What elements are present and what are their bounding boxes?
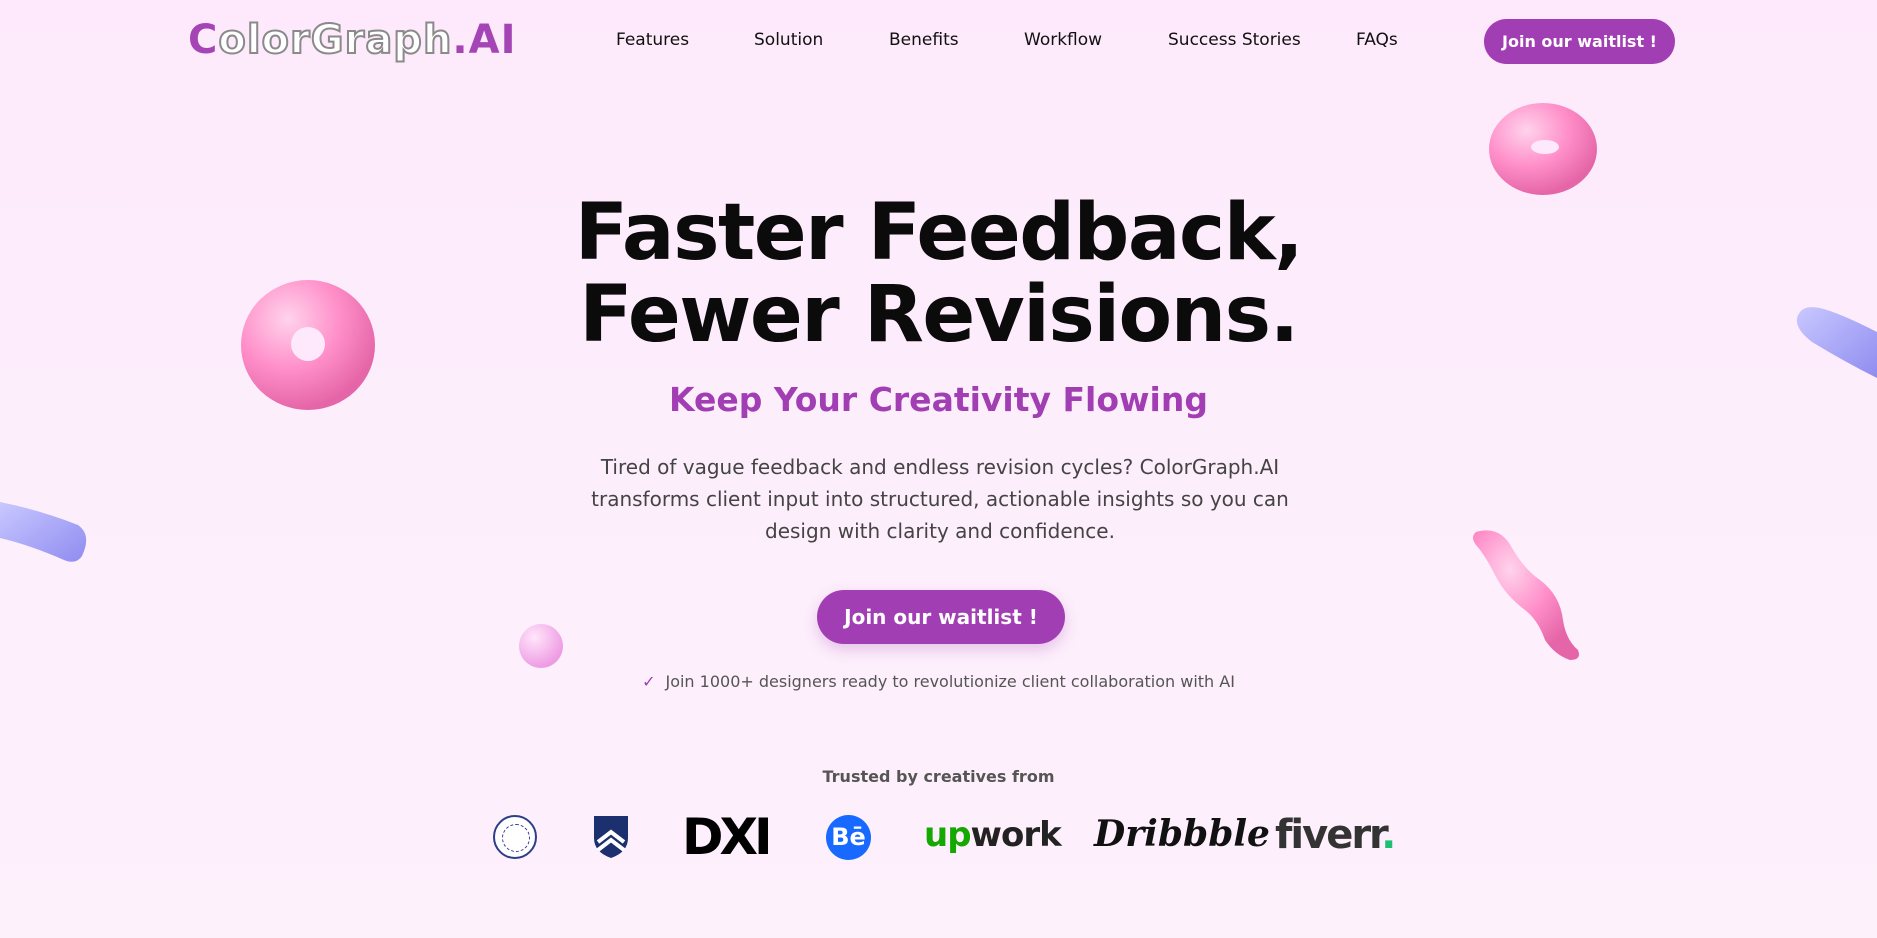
fiverr-word: fiverr — [1275, 812, 1383, 858]
pink-twist — [1473, 530, 1579, 660]
lavender-ring-left — [0, 502, 87, 562]
nav-link-solution[interactable]: Solution — [754, 28, 823, 52]
check-icon: ✓ — [642, 672, 656, 691]
nav-waitlist-button[interactable]: Join our waitlist ! — [1484, 19, 1675, 64]
hero-description: Tired of vague feedback and endless revi… — [591, 455, 1289, 543]
university-seal-logo — [493, 815, 537, 859]
trusted-heading: Trusted by creatives from — [822, 767, 1055, 786]
nav-link-workflow[interactable]: Workflow — [1024, 28, 1102, 52]
dxi-logo: DXI — [682, 808, 773, 866]
behance-logo: Bē — [826, 815, 871, 860]
nav-link-benefits[interactable]: Benefits — [889, 28, 959, 52]
university-shield-logo — [594, 816, 628, 858]
hero-title: Faster Feedback, Fewer Revisions. — [0, 192, 1877, 356]
hero-title-line-2: Fewer Revisions. — [579, 270, 1299, 360]
social-proof-text: Join 1000+ designers ready to revolution… — [665, 672, 1235, 691]
nav-link-success-stories[interactable]: Success Stories — [1168, 28, 1301, 52]
hero-title-line-1: Faster Feedback, — [574, 188, 1304, 278]
upwork-logo: upwork — [924, 815, 1062, 855]
social-proof-note: ✓ Join 1000+ designers ready to revolutio… — [0, 672, 1877, 691]
upwork-up: up — [924, 815, 972, 855]
donut-top-right — [1489, 103, 1597, 195]
fiverr-dot: . — [1381, 812, 1396, 858]
nav-link-faqs[interactable]: FAQs — [1356, 28, 1398, 52]
small-sphere — [519, 624, 563, 668]
nav-link-features[interactable]: Features — [616, 28, 689, 52]
upwork-work: work — [970, 815, 1062, 855]
dribbble-logo: Dribbble — [1094, 813, 1270, 855]
fiverr-logo: fiverr. — [1275, 812, 1396, 858]
hero-subtitle: Keep Your Creativity Flowing — [669, 380, 1208, 419]
hero-waitlist-button[interactable]: Join our waitlist ! — [817, 590, 1065, 644]
